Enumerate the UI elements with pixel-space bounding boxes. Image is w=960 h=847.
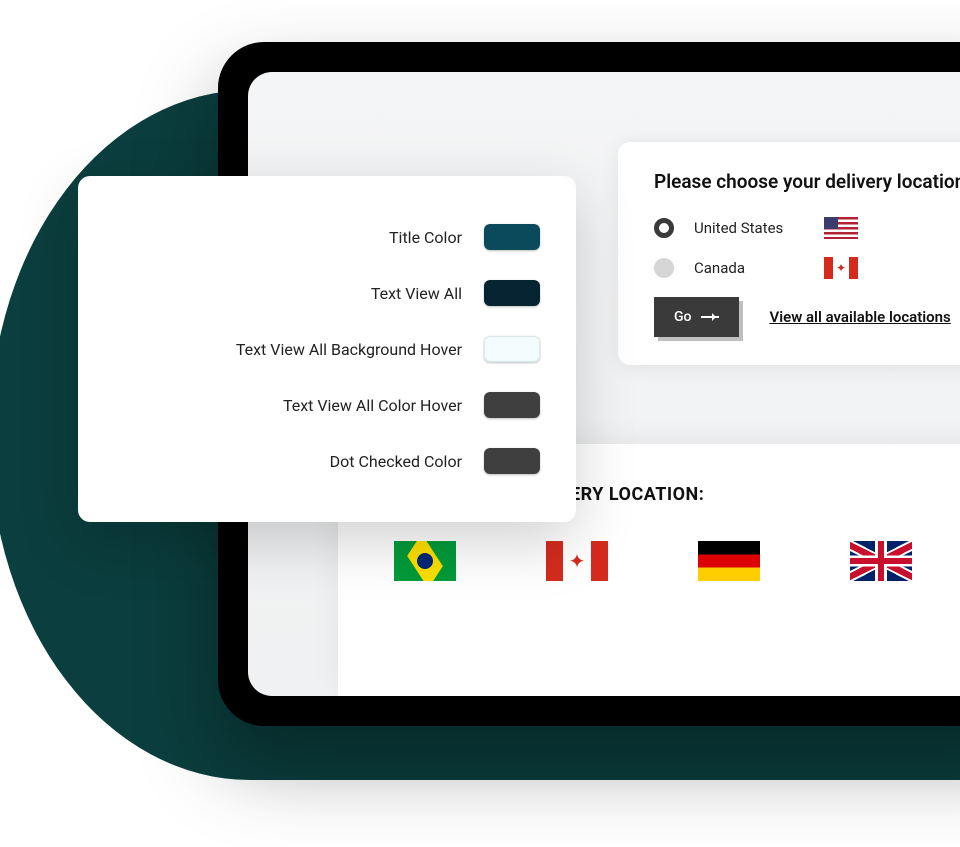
setting-row: Text View All Background Hover bbox=[114, 336, 540, 362]
flag-option-gb[interactable] bbox=[850, 541, 912, 581]
setting-label: Text View All bbox=[371, 284, 462, 303]
setting-label: Dot Checked Color bbox=[330, 452, 462, 471]
color-swatch-title[interactable] bbox=[484, 224, 540, 250]
country-radio-ca[interactable] bbox=[654, 258, 674, 278]
flags-row: ✦ bbox=[394, 541, 960, 581]
color-settings-panel: Title Color Text View All Text View All … bbox=[78, 176, 576, 522]
color-swatch-dot-checked[interactable] bbox=[484, 448, 540, 474]
color-swatch-text-view-all[interactable] bbox=[484, 280, 540, 306]
delivery-card: Please choose your delivery location Uni… bbox=[618, 142, 960, 365]
setting-row: Dot Checked Color bbox=[114, 448, 540, 474]
view-all-link[interactable]: View all available locations bbox=[769, 308, 950, 326]
color-swatch-bg-hover[interactable] bbox=[484, 336, 540, 362]
flag-de-icon bbox=[698, 541, 760, 581]
location-row: Canada ✦ USD bbox=[654, 257, 960, 279]
color-swatch-color-hover[interactable] bbox=[484, 392, 540, 418]
flag-us-icon bbox=[824, 217, 860, 239]
setting-row: Title Color bbox=[114, 224, 540, 250]
delivery-actions: Go View all available locations bbox=[654, 297, 960, 337]
flag-ca-icon: ✦ bbox=[824, 257, 860, 279]
go-button-label: Go bbox=[674, 309, 691, 325]
flag-br-icon bbox=[394, 541, 456, 581]
country-label: United States bbox=[694, 219, 804, 237]
delivery-title: Please choose your delivery location bbox=[654, 170, 960, 193]
location-row: United States USD bbox=[654, 217, 960, 239]
flag-ca-icon: ✦ bbox=[546, 541, 608, 581]
go-button[interactable]: Go bbox=[654, 297, 739, 337]
setting-label: Title Color bbox=[389, 228, 462, 247]
country-label: Canada bbox=[694, 259, 804, 277]
setting-label: Text View All Color Hover bbox=[283, 396, 462, 415]
setting-row: Text View All bbox=[114, 280, 540, 306]
arrow-right-icon bbox=[701, 316, 719, 318]
flag-option-br[interactable] bbox=[394, 541, 456, 581]
flag-gb-icon bbox=[850, 541, 912, 581]
flag-option-de[interactable] bbox=[698, 541, 760, 581]
setting-row: Text View All Color Hover bbox=[114, 392, 540, 418]
country-radio-us[interactable] bbox=[654, 218, 674, 238]
setting-label: Text View All Background Hover bbox=[236, 340, 462, 359]
flag-option-ca[interactable]: ✦ bbox=[546, 541, 608, 581]
